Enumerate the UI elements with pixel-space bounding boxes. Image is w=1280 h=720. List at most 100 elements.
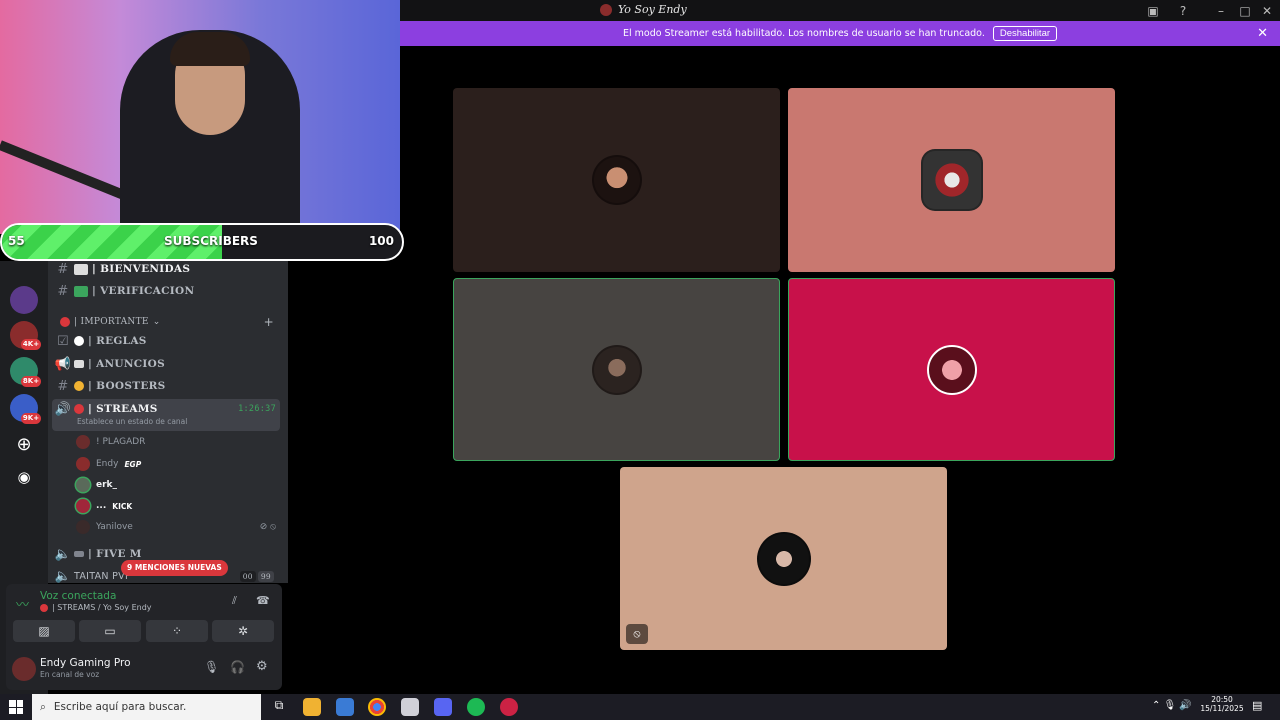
speaker-icon: 🔈	[54, 546, 72, 562]
channel-item[interactable]: ☑ | REGLAS	[52, 331, 280, 351]
store-icon[interactable]	[336, 698, 354, 716]
channel-list: # | BIENVENIDAS # | VERIFICACION | IMPOR…	[48, 259, 288, 584]
signal-icon[interactable]: 〰	[16, 594, 29, 613]
server-badge: 9K+	[21, 413, 41, 424]
rules-channel-icon: ☑	[57, 333, 69, 349]
spotify-icon[interactable]	[467, 698, 485, 716]
server-badge: 4K+	[21, 339, 41, 350]
disable-streamer-button[interactable]: Deshabilitar	[992, 26, 1058, 41]
soundboard-button[interactable]: ✲	[212, 620, 274, 642]
channel-item[interactable]: # | BOOSTERS	[52, 376, 280, 396]
chrome-icon[interactable]	[368, 698, 386, 716]
server-logo-icon	[600, 3, 612, 16]
activities-button[interactable]: ⁘	[146, 620, 208, 642]
microphone-icon[interactable]: 🎙	[204, 660, 219, 674]
chevron-down-icon: ⌄	[152, 317, 161, 327]
username[interactable]: Endy Gaming Pro	[40, 657, 131, 669]
settings-gear-icon[interactable]: ⚙	[256, 659, 268, 674]
share-screen-button[interactable]: ▭	[79, 620, 141, 642]
text-channel-icon: #	[57, 261, 69, 277]
clock[interactable]: 20:50 15/11/2025	[1200, 695, 1244, 713]
close-banner-icon[interactable]: ✕	[1257, 26, 1268, 41]
new-mentions-pill[interactable]: 9 MENCIONES NUEVAS	[121, 560, 228, 576]
video-tile-speaking[interactable]	[453, 278, 780, 461]
notifications-icon[interactable]: ▤	[1252, 699, 1262, 712]
channel-item[interactable]: 📢 | ANUNCIOS	[52, 354, 280, 374]
window-title: Yo Soy Endy	[600, 3, 687, 16]
smile-emoji-icon	[74, 381, 84, 391]
member-tag: EGP	[124, 459, 142, 469]
prohibited-emoji-icon	[74, 336, 84, 346]
avatar	[76, 478, 90, 492]
muted-icon: ⊘ ⦸	[259, 522, 276, 532]
megaphone-emoji-icon	[74, 360, 84, 368]
noise-suppression-icon[interactable]: ⫽	[232, 594, 237, 608]
text-channel-icon: #	[57, 283, 69, 299]
voice-member[interactable]: Endy EGP	[76, 454, 141, 474]
task-view-icon[interactable]: ⧉	[270, 698, 288, 716]
subscriber-label: SUBSCRIBERS	[164, 234, 258, 248]
participant-avatar	[920, 149, 983, 211]
maximize-button[interactable]: □	[1236, 2, 1254, 19]
speaker-icon: 🔊	[54, 401, 72, 417]
voice-member[interactable]: Yanilove ⊘ ⦸	[76, 517, 276, 537]
participant-avatar	[926, 344, 977, 395]
voice-timer: 1:26:37	[238, 404, 276, 414]
server-badge: 8K+	[21, 376, 41, 387]
tray-chevron-icon[interactable]: ⌃ 🎙 🔊	[1152, 700, 1192, 711]
avatar	[76, 499, 90, 513]
channel-status[interactable]: Establece un estado de canal	[77, 417, 187, 426]
voice-member[interactable]: erk_	[76, 475, 117, 495]
channel-item[interactable]: # | VERIFICACION	[52, 281, 280, 301]
video-tile[interactable]	[453, 88, 780, 272]
add-channel-icon[interactable]: +	[264, 315, 274, 329]
user-limit: 99	[257, 570, 274, 582]
help-icon[interactable]: ?	[1174, 2, 1192, 19]
streamer-mode-banner: El modo Streamer está habilitado. Los no…	[400, 21, 1280, 46]
subscriber-count: 55	[8, 234, 25, 248]
windows-start-icon[interactable]	[9, 700, 23, 714]
category-header[interactable]: | IMPORTANTE ⌄ +	[52, 312, 280, 332]
user-panel: Endy Gaming Pro En canal de voz 🎙 🎧 ⚙	[6, 648, 282, 690]
video-tile-speaking[interactable]	[788, 278, 1115, 461]
taskbar-search[interactable]: ⌕ Escribe aquí para buscar.	[32, 694, 261, 720]
avatar	[76, 457, 90, 471]
voice-member[interactable]: ... KICK	[76, 496, 132, 516]
channel-item[interactable]: # | BIENVENIDAS	[52, 259, 280, 279]
subscriber-goal: 100	[368, 234, 394, 248]
user-count: 00	[239, 570, 256, 582]
active-voice-channel[interactable]: 🔊 | STREAMS 1:26:37 Establece un estado …	[52, 399, 280, 431]
video-tile[interactable]	[788, 88, 1115, 272]
video-tile[interactable]	[620, 467, 947, 650]
no-entry-icon	[74, 404, 84, 414]
voice-member[interactable]: ! PLAGADR	[76, 432, 145, 452]
user-status: En canal de voz	[40, 670, 100, 679]
member-tag: KICK	[112, 501, 133, 511]
app-icon[interactable]	[401, 698, 419, 716]
text-channel-icon: #	[57, 378, 69, 394]
avatar	[76, 520, 90, 534]
discover-icon[interactable]: ◉	[13, 466, 35, 488]
headphones-icon[interactable]: 🎧	[230, 660, 245, 674]
voice-channel-path[interactable]: | STREAMS / Yo Soy Endy	[40, 603, 152, 612]
speaker-icon: 🔈	[54, 568, 72, 584]
obs-icon[interactable]	[500, 698, 518, 716]
file-explorer-icon[interactable]	[303, 698, 321, 716]
subscriber-goal-bar: 55 SUBSCRIBERS 100	[0, 223, 404, 261]
close-window-button[interactable]: ✕	[1258, 2, 1276, 19]
mailbox-emoji-icon	[74, 263, 88, 275]
avatar[interactable]	[12, 657, 36, 681]
webcam-overlay	[0, 0, 400, 234]
camera-off-button[interactable]: ▨	[13, 620, 75, 642]
add-server-icon[interactable]: ⊕	[13, 434, 35, 456]
participant-avatar	[591, 344, 642, 395]
voice-status[interactable]: Voz conectada	[40, 590, 116, 602]
disconnect-icon[interactable]: ☎	[256, 594, 270, 607]
inbox-icon[interactable]: ▣	[1144, 2, 1162, 19]
minimize-button[interactable]: –	[1212, 2, 1230, 19]
voice-connection-panel: 〰 Voz conectada | STREAMS / Yo Soy Endy …	[6, 584, 282, 648]
server-icon[interactable]	[10, 286, 38, 314]
no-entry-icon	[40, 603, 48, 612]
streamer-hair	[170, 32, 250, 66]
discord-icon[interactable]	[434, 698, 452, 716]
